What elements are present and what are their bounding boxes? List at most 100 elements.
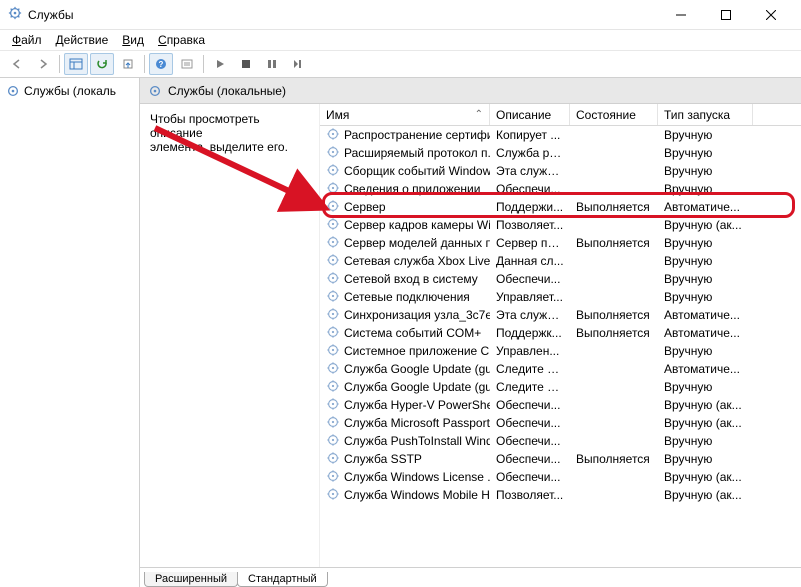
help-button[interactable]: ? [149, 53, 173, 75]
service-name-cell: Сервер кадров камеры Wi... [320, 217, 490, 234]
menubar: Файл Действие Вид Справка [0, 30, 801, 50]
service-desc-cell: Данная сл... [490, 254, 570, 268]
menu-action[interactable]: Действие [50, 31, 115, 49]
menu-help[interactable]: Справка [152, 31, 211, 49]
col-header-name[interactable]: Имя [320, 104, 490, 125]
service-start-cell: Вручную [658, 182, 753, 196]
service-row[interactable]: Сведения о приложенииОбеспечи...Вручную [320, 180, 801, 198]
service-desc-cell: Обеспечи... [490, 182, 570, 196]
service-name-cell: Сборщик событий Windows [320, 163, 490, 180]
service-state-cell: Выполняется [570, 308, 658, 322]
menu-file[interactable]: Файл [6, 31, 48, 49]
service-state-cell: Выполняется [570, 452, 658, 466]
service-start-cell: Вручную [658, 452, 753, 466]
gear-icon [326, 307, 340, 324]
service-start-cell: Вручную [658, 290, 753, 304]
service-state-cell: Выполняется [570, 326, 658, 340]
show-hide-tree-button[interactable] [64, 53, 88, 75]
service-row[interactable]: Служба Windows Mobile H...Позволяет...Вр… [320, 486, 801, 504]
gear-icon [326, 325, 340, 342]
service-name-cell: Служба Windows License ... [320, 469, 490, 486]
description-panel: Чтобы просмотреть описание элемента, выд… [140, 104, 320, 567]
service-row[interactable]: Синхронизация узла_3c7e3Эта служб...Выпо… [320, 306, 801, 324]
service-name-cell: Синхронизация узла_3c7e3 [320, 307, 490, 324]
minimize-button[interactable] [658, 0, 703, 30]
back-button[interactable] [5, 53, 29, 75]
service-row[interactable]: Служба Microsoft PassportОбеспечи...Вруч… [320, 414, 801, 432]
restart-service-button[interactable] [286, 53, 310, 75]
service-name-cell: Сетевой вход в систему [320, 271, 490, 288]
service-desc-cell: Служба ра... [490, 146, 570, 160]
service-name-cell: Сервер [320, 199, 490, 216]
service-row[interactable]: Служба PushToInstall Wind...Обеспечи...В… [320, 432, 801, 450]
start-service-button[interactable] [208, 53, 232, 75]
service-start-cell: Автоматиче... [658, 326, 753, 340]
tab-extended[interactable]: Расширенный [144, 572, 238, 587]
service-start-cell: Вручную [658, 236, 753, 250]
service-row[interactable]: Служба Hyper-V PowerShe...Обеспечи...Вру… [320, 396, 801, 414]
service-desc-cell: Позволяет... [490, 488, 570, 502]
service-row[interactable]: Сервер кадров камеры Wi...Позволяет...Вр… [320, 216, 801, 234]
service-row[interactable]: Система событий COM+Поддержк...Выполняет… [320, 324, 801, 342]
gear-icon [326, 289, 340, 306]
service-desc-cell: Обеспечи... [490, 452, 570, 466]
service-name-cell: Служба PushToInstall Wind... [320, 433, 490, 450]
tree-root-label: Службы (локаль [24, 84, 116, 98]
service-row[interactable]: Сервер моделей данных п...Сервер пл...Вы… [320, 234, 801, 252]
close-button[interactable] [748, 0, 793, 30]
service-row[interactable]: Сетевой вход в системуОбеспечи...Вручную [320, 270, 801, 288]
service-desc-cell: Поддержк... [490, 326, 570, 340]
gear-icon [326, 271, 340, 288]
service-start-cell: Автоматиче... [658, 362, 753, 376]
service-row[interactable]: Системное приложение C...Управлен...Вруч… [320, 342, 801, 360]
forward-button[interactable] [31, 53, 55, 75]
service-desc-cell: Позволяет... [490, 218, 570, 232]
service-row[interactable]: Сетевая служба Xbox LiveДанная сл...Вруч… [320, 252, 801, 270]
service-name-cell: Система событий COM+ [320, 325, 490, 342]
service-row[interactable]: Служба Google Update (gu...Следите за...… [320, 378, 801, 396]
service-name-cell: Системное приложение C... [320, 343, 490, 360]
service-row[interactable]: Служба SSTPОбеспечи...ВыполняетсяВручную [320, 450, 801, 468]
service-name-cell: Расширяемый протокол п... [320, 145, 490, 162]
gear-icon [326, 451, 340, 468]
service-start-cell: Автоматиче... [658, 308, 753, 322]
menu-view[interactable]: Вид [116, 31, 150, 49]
col-header-start[interactable]: Тип запуска [658, 104, 753, 125]
content-header: Службы (локальные) [140, 78, 801, 104]
service-start-cell: Вручную [658, 128, 753, 142]
gear-icon [326, 127, 340, 144]
maximize-button[interactable] [703, 0, 748, 30]
service-name-cell: Служба SSTP [320, 451, 490, 468]
gear-icon [326, 145, 340, 162]
gear-icon [326, 199, 340, 216]
properties-button[interactable] [175, 53, 199, 75]
service-desc-cell: Сервер пл... [490, 236, 570, 250]
tab-standard[interactable]: Стандартный [237, 572, 328, 587]
app-icon [8, 6, 22, 23]
gear-icon [326, 343, 340, 360]
export-button[interactable] [116, 53, 140, 75]
service-name-cell: Служба Hyper-V PowerShe... [320, 397, 490, 414]
pause-service-button[interactable] [260, 53, 284, 75]
service-desc-cell: Эта служб... [490, 164, 570, 178]
gear-icon [326, 487, 340, 504]
service-row[interactable]: Сетевые подключенияУправляет...Вручную [320, 288, 801, 306]
col-header-state[interactable]: Состояние [570, 104, 658, 125]
service-row[interactable]: Сборщик событий WindowsЭта служб... Вручн… [320, 162, 801, 180]
service-row[interactable]: Служба Windows License ...Обеспечи... Вру… [320, 468, 801, 486]
service-desc-cell: Обеспечи... [490, 470, 570, 484]
service-name-cell: Сервер моделей данных п... [320, 235, 490, 252]
service-start-cell: Вручную (ак... [658, 470, 753, 484]
service-row[interactable]: Распространение сертифи...Копирует ...Вр… [320, 126, 801, 144]
service-row[interactable]: Служба Google Update (gu...Следите за...… [320, 360, 801, 378]
svg-text:?: ? [159, 60, 164, 69]
refresh-button[interactable] [90, 53, 114, 75]
service-desc-cell: Следите за... [490, 380, 570, 394]
service-row[interactable]: Расширяемый протокол п...Служба ра... Вру… [320, 144, 801, 162]
service-start-cell: Вручную [658, 146, 753, 160]
tree-root-services[interactable]: Службы (локаль [0, 82, 139, 100]
col-header-desc[interactable]: Описание [490, 104, 570, 125]
stop-service-button[interactable] [234, 53, 258, 75]
service-start-cell: Вручную [658, 164, 753, 178]
service-row[interactable]: СерверПоддержи...ВыполняетсяАвтоматиче..… [320, 198, 801, 216]
